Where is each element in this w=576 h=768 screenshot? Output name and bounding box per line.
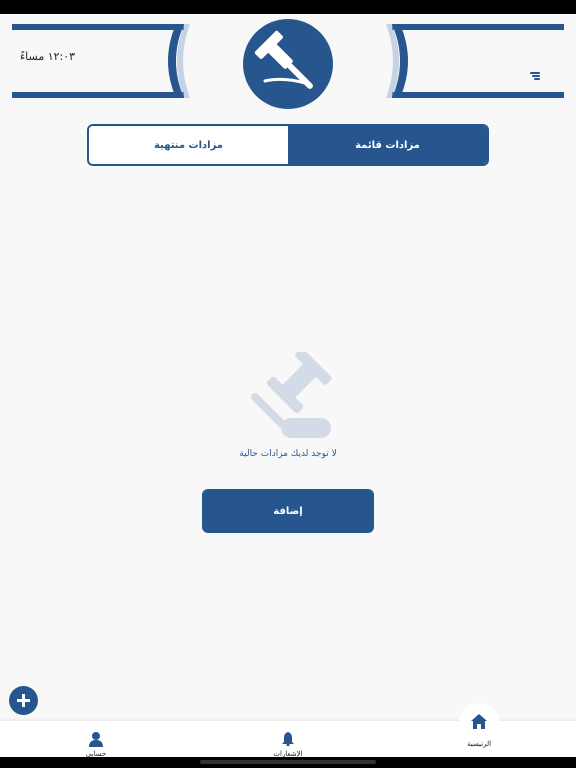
time-display: ١٢:٠٣ مساءً — [20, 50, 76, 63]
nav-item-account[interactable]: حسابي — [46, 721, 146, 758]
menu-icon-line — [532, 75, 540, 77]
auction-tabs: مزادات منتهية مزادات قائمة — [87, 124, 489, 166]
app-logo — [243, 19, 333, 109]
nav-item-notifications[interactable]: الإشعارات — [238, 721, 338, 758]
gavel-empty-icon — [251, 352, 332, 438]
tab-ended-auctions[interactable]: مزادات منتهية — [89, 126, 288, 164]
empty-state-message: لا توجد لديك مزادات حالية — [239, 449, 337, 459]
home-icon — [471, 714, 487, 729]
tab-active-auctions[interactable]: مزادات قائمة — [288, 126, 487, 164]
tab-label: مزادات منتهية — [153, 139, 224, 151]
home-bubble[interactable] — [459, 703, 499, 743]
menu-icon-line — [534, 78, 540, 80]
gavel-logo-icon — [254, 30, 313, 89]
floating-add-button[interactable] — [9, 686, 38, 715]
person-icon — [89, 732, 103, 747]
menu-button[interactable] — [526, 68, 542, 84]
add-auction-button[interactable]: إضافة — [202, 489, 374, 533]
status-bar — [0, 0, 576, 14]
bell-icon — [282, 732, 294, 746]
tab-label: مزادات قائمة — [355, 139, 420, 151]
menu-icon — [530, 72, 540, 74]
home-indicator — [200, 760, 376, 764]
